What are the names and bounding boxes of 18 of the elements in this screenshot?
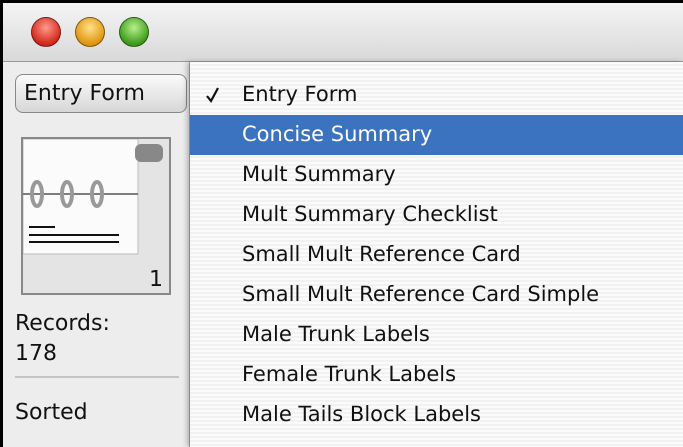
record-number: 1: [149, 266, 163, 293]
menu-item[interactable]: Entry Form: [190, 75, 683, 115]
menu-item[interactable]: Small Mult Reference Card Simple: [190, 275, 683, 315]
records-label: Records:: [15, 310, 111, 338]
menu-item[interactable]: Female Trunk Labels: [190, 355, 683, 395]
menu-item[interactable]: Male Trunk Labels: [190, 315, 683, 355]
menu-item[interactable]: Mult Summary Checklist: [190, 195, 683, 235]
close-button[interactable]: [31, 17, 61, 47]
zoom-button[interactable]: [119, 17, 149, 47]
sort-status: Sorted: [15, 399, 89, 428]
records-count: 178: [15, 340, 58, 368]
menu-item[interactable]: Small Mult Reference Card: [190, 235, 683, 275]
minimize-button[interactable]: [75, 17, 105, 47]
menu-item[interactable]: Mult Summary: [190, 155, 683, 195]
menu-item[interactable]: Male Tails Block Labels: [190, 395, 683, 435]
checkmark-icon: [206, 87, 219, 103]
menu-item[interactable]: Concise Summary: [190, 115, 683, 155]
layout-button[interactable]: Entry Form: [15, 74, 187, 113]
